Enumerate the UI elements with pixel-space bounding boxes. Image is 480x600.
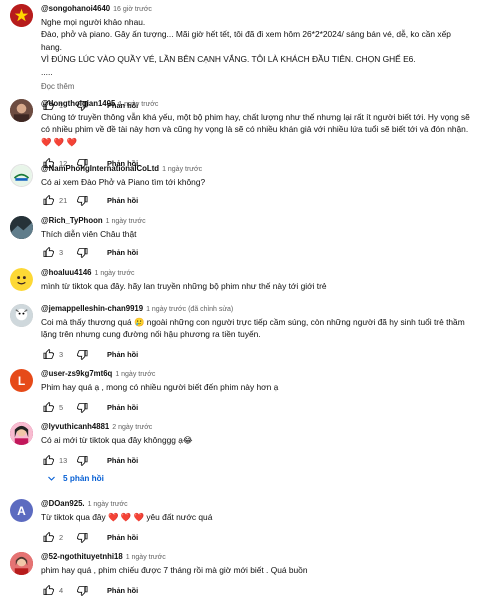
dislike-icon[interactable] [75, 348, 89, 362]
like-icon[interactable] [41, 453, 55, 467]
comment-author[interactable]: @user-zs9kg7mt6q [41, 369, 112, 378]
comment-text: Phim hay quá ạ , mong có nhiều người biế… [41, 382, 279, 392]
avatar[interactable] [10, 304, 33, 327]
comment-text: Có ai mới từ tiktok qua đây khônggg ạ😂 [41, 435, 193, 445]
dislike-icon[interactable] [75, 453, 89, 467]
replies-count: 5 phản hồi [63, 474, 104, 483]
comment-author[interactable]: @jemappelleshin-chan9919 [41, 304, 143, 313]
reply-button[interactable]: Phản hồi [107, 403, 138, 412]
chevron-down-icon [48, 476, 55, 481]
comment-text-tail: yêu đất nước quá [146, 512, 213, 522]
like-icon[interactable] [41, 583, 55, 597]
like-count: 13 [59, 455, 68, 465]
dislike-icon[interactable] [75, 245, 89, 259]
like-count: 5 [59, 402, 64, 412]
avatar[interactable] [10, 4, 33, 27]
comment-time[interactable]: 1 ngày trước [126, 554, 166, 561]
comment-author[interactable]: @hoaluu4146 [41, 268, 92, 277]
comment-text: Thích diễn viên Châu thật [41, 229, 137, 239]
like-icon[interactable] [41, 245, 55, 259]
comment-author[interactable]: @NamPhongInternationalCoLtd [41, 164, 159, 173]
comment-author[interactable]: @lyvuthicanh4881 [41, 422, 109, 431]
like-icon[interactable] [41, 193, 55, 207]
reply-button[interactable]: Phản hồi [107, 196, 138, 205]
comment-text: Nghe mọi người khảo nhau. Đào, phở và pi… [41, 17, 451, 77]
comment-author[interactable]: @dongthoigian1405 [41, 99, 115, 108]
comment-text: Từ tiktok qua đây ❤️ ❤️ ❤️ yêu đất nước … [41, 511, 472, 523]
like-count: 3 [59, 247, 64, 257]
like-icon[interactable] [41, 400, 55, 414]
like-icon[interactable] [41, 348, 55, 362]
reply-button[interactable]: Phản hồi [107, 533, 138, 542]
avatar[interactable]: A [10, 499, 33, 522]
comment-time[interactable]: 1 ngày trước [118, 101, 158, 108]
dislike-icon[interactable] [75, 400, 89, 414]
avatar[interactable] [10, 216, 33, 239]
avatar[interactable] [10, 268, 33, 291]
heart-emoji: ❤️ ❤️ ❤️ [108, 512, 144, 522]
comment-time[interactable]: 1 ngày trước [115, 371, 155, 378]
comment-text-body: Chúng tớ truyền thông vẫn khá yếu, một b… [41, 112, 470, 135]
comment-text: phim hay quá , phim chiếu được 7 tháng r… [41, 565, 308, 575]
avatar[interactable] [10, 422, 33, 445]
heart-emoji: ❤️ ❤️ ❤️ [41, 136, 77, 147]
comment-header: @songohanoi4640 16 giờ trước [41, 2, 472, 16]
comment-text-body: Từ tiktok qua đây [41, 512, 106, 522]
comment-time[interactable]: 1 ngày trước [95, 270, 135, 277]
comment-time[interactable]: 1 ngày trước [162, 166, 202, 173]
comment-time[interactable]: 2 ngày trước [112, 424, 152, 431]
comment-author[interactable]: @DOan925. [41, 499, 85, 508]
edited-label: (đã chỉnh sửa) [188, 306, 234, 313]
dislike-icon[interactable] [75, 193, 89, 207]
comment-author[interactable]: @Rich_TyPhoon [41, 216, 103, 225]
comments-list: @songohanoi4640 16 giờ trước Nghe mọi ngư… [0, 0, 480, 600]
comment-text: Chúng tớ truyền thông vẫn khá yếu, một b… [41, 111, 472, 148]
avatar[interactable] [10, 99, 33, 122]
reply-button[interactable]: Phản hồi [107, 350, 138, 359]
comment-time[interactable]: 1 ngày trước [146, 306, 186, 313]
reply-button[interactable]: Phản hồi [107, 586, 138, 595]
reply-button[interactable]: Phản hồi [107, 248, 138, 257]
dislike-icon[interactable] [75, 530, 89, 544]
avatar[interactable] [10, 164, 33, 187]
comment-time[interactable]: 1 ngày trước [106, 218, 146, 225]
read-more-button[interactable]: Đọc thêm [41, 81, 472, 93]
like-icon[interactable] [41, 530, 55, 544]
like-count: 21 [59, 195, 68, 205]
like-count: 2 [59, 532, 64, 542]
like-count: 3 [59, 350, 64, 360]
comment-text: Có ai xem Đào Phở và Piano tìm tới không… [41, 177, 206, 187]
dislike-icon[interactable] [75, 583, 89, 597]
reply-button[interactable]: Phản hồi [107, 456, 138, 465]
like-count: 4 [59, 585, 64, 595]
comment-time[interactable]: 16 giờ trước [113, 6, 152, 13]
avatar[interactable]: L [10, 369, 33, 392]
comment-text: mình từ tiktok qua đây. hãy lan truyền n… [41, 281, 327, 291]
comment-time[interactable]: 1 ngày trước [88, 501, 128, 508]
avatar-letter: A [17, 503, 26, 518]
comment-text: Coi mà thấy thương quá 🥲 ngoài những con… [41, 317, 465, 340]
comment-author[interactable]: @52-ngothituyetnhi18 [41, 552, 123, 561]
view-replies-button[interactable]: 5 phản hồi [47, 474, 104, 483]
avatar[interactable] [10, 552, 33, 575]
comment-author[interactable]: @songohanoi4640 [41, 4, 110, 13]
avatar-letter: L [17, 373, 26, 388]
